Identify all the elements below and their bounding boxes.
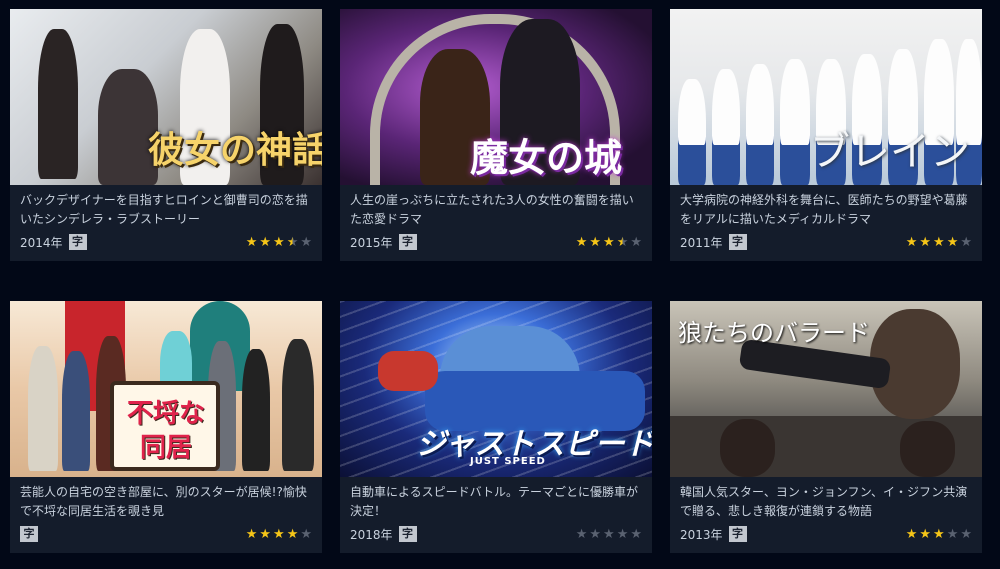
star-icon: ★ — [589, 234, 602, 250]
drama-description: バックデザイナーを目指すヒロインと御曹司の恋を描いたシンデレラ・ラブストーリー — [20, 193, 308, 226]
drama-card[interactable]: ブレイン 大学病院の神経外科を舞台に、医師たちの野望や葛藤をリアルに描いたメディ… — [670, 9, 982, 261]
release-year: 2014年 — [20, 235, 63, 250]
star-icon: ★ — [905, 234, 918, 250]
thumbnail-title: 不埒な同居 — [126, 399, 205, 463]
star-rating: ★ ★ ★ ★ ★ — [576, 528, 642, 541]
star-rating: ★ ★ ★ ★ ★ — [906, 528, 972, 541]
star-icon: ★ — [946, 234, 959, 250]
thumbnail-title: ブレイン — [810, 129, 970, 175]
drama-description: 芸能人の自宅の空き部屋に、別のスターが居候!?愉快で不埒な同居生活を覗き見 — [20, 485, 307, 518]
star-icon: ★ — [933, 526, 945, 542]
drama-description: 大学病院の神経外科を舞台に、医師たちの野望や葛藤をリアルに描いたメディカルドラマ — [680, 193, 968, 226]
drama-card[interactable]: 彼女の神話 バックデザイナーを目指すヒロインと御曹司の恋を描いたシンデレラ・ラブ… — [10, 9, 322, 261]
drama-description: 人生の崖っぷちに立たされた3人の女性の奮闘を描いた恋愛ドラマ — [350, 193, 634, 226]
star-icon: ★ — [919, 234, 932, 250]
drama-thumbnail[interactable]: ジャストスピード JUST SPEED — [340, 301, 652, 477]
star-icon: ★ — [575, 234, 588, 250]
star-icon: ★ — [273, 526, 285, 542]
drama-card[interactable]: ジャストスピード JUST SPEED 自動車によるスピードバトル。テーマごとに… — [340, 301, 652, 553]
subtitle-badge: 字 — [68, 234, 87, 250]
drama-thumbnail[interactable]: 魔女の城 — [340, 9, 652, 185]
drama-description: 自動車によるスピードバトル。テーマごとに優勝車が決定！ — [350, 485, 639, 518]
star-icon: ★ — [603, 234, 615, 250]
star-icon: ★ — [616, 234, 629, 250]
drama-thumbnail[interactable]: ブレイン — [670, 9, 982, 185]
star-rating: ★ ★ ★ ★ ★ — [246, 528, 312, 541]
subtitle-badge: 字 — [398, 526, 417, 542]
star-icon: ★ — [286, 526, 299, 542]
drama-thumbnail[interactable]: 不埒な同居 — [10, 301, 322, 477]
drama-grid: 彼女の神話 バックデザイナーを目指すヒロインと御曹司の恋を描いたシンデレラ・ラブ… — [10, 9, 982, 553]
subtitle-badge: 字 — [728, 526, 747, 542]
star-icon: ★ — [630, 526, 642, 542]
subtitle-badge: 字 — [728, 234, 747, 250]
star-icon: ★ — [946, 526, 959, 542]
star-icon: ★ — [286, 234, 299, 250]
star-rating: ★ ★ ★ ★ ★ — [576, 236, 642, 249]
star-icon: ★ — [245, 526, 258, 542]
thumbnail-title: 魔女の城 — [470, 135, 623, 180]
release-year: 2013年 — [680, 527, 723, 542]
star-icon: ★ — [589, 526, 602, 542]
star-icon: ★ — [300, 526, 312, 542]
drama-card[interactable]: 魔女の城 人生の崖っぷちに立たされた3人の女性の奮闘を描いた恋愛ドラマ 2015… — [340, 9, 652, 261]
subtitle-badge: 字 — [398, 234, 417, 250]
subtitle-badge: 字 — [20, 526, 38, 542]
star-icon: ★ — [630, 234, 642, 250]
star-icon: ★ — [616, 526, 629, 542]
drama-thumbnail[interactable]: 狼たちのバラード — [670, 301, 982, 477]
drama-card[interactable]: 不埒な同居 芸能人の自宅の空き部屋に、別のスターが居候!?愉快で不埒な同居生活を… — [10, 301, 322, 553]
star-icon: ★ — [575, 526, 588, 542]
star-icon: ★ — [300, 234, 312, 250]
star-icon: ★ — [259, 526, 272, 542]
star-icon: ★ — [273, 234, 285, 250]
star-icon: ★ — [960, 234, 972, 250]
star-icon: ★ — [603, 526, 615, 542]
star-rating: ★ ★ ★ ★ ★ — [246, 236, 312, 249]
star-icon: ★ — [960, 526, 972, 542]
star-rating: ★ ★ ★ ★ ★ — [906, 236, 972, 249]
drama-thumbnail[interactable]: 彼女の神話 — [10, 9, 322, 185]
star-icon: ★ — [259, 234, 272, 250]
drama-card[interactable]: 狼たちのバラード 韓国人気スター、ヨン・ジョンフン、イ・ジフン共演で贈る、悲しき… — [670, 301, 982, 553]
drama-description: 韓国人気スター、ヨン・ジョンフン、イ・ジフン共演で贈る、悲しき報復が連鎖する物語 — [680, 485, 968, 518]
star-icon: ★ — [905, 526, 918, 542]
release-year: 2011年 — [680, 235, 723, 250]
thumbnail-title: 狼たちのバラード — [678, 319, 870, 347]
star-icon: ★ — [245, 234, 258, 250]
thumbnail-subtitle: JUST SPEED — [470, 456, 546, 467]
release-year: 2015年 — [350, 235, 393, 250]
star-icon: ★ — [933, 234, 945, 250]
thumbnail-title: 彼女の神話 — [148, 129, 322, 171]
release-year: 2018年 — [350, 527, 393, 542]
star-icon: ★ — [919, 526, 932, 542]
